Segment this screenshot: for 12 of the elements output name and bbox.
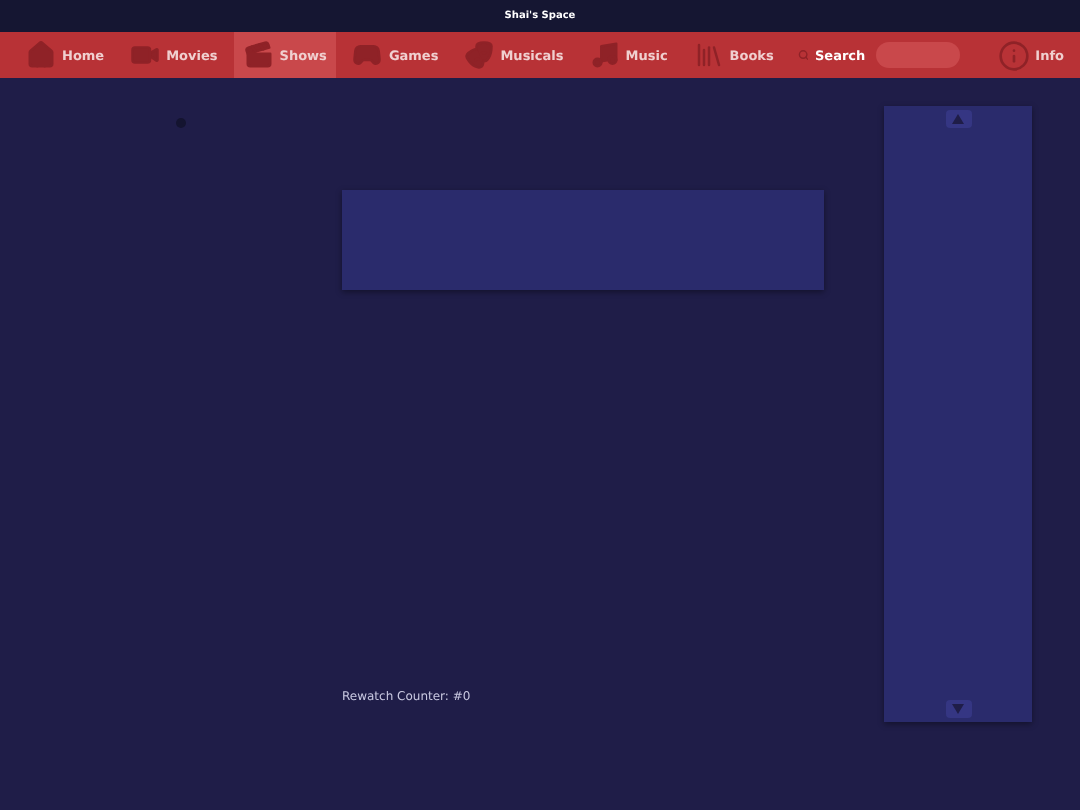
gamepad-icon [352, 40, 383, 70]
scroll-up-button[interactable] [945, 110, 971, 128]
info-icon [997, 39, 1030, 71]
books-icon [693, 40, 724, 70]
dot-icon [176, 118, 186, 128]
triangle-down-icon [952, 704, 964, 714]
clapperboard-icon [243, 40, 274, 70]
scroll-down-button[interactable] [945, 700, 971, 718]
house-icon [26, 40, 56, 70]
triangle-up-icon [952, 114, 964, 124]
music-note-icon [589, 40, 620, 70]
video-camera-icon [130, 40, 161, 70]
